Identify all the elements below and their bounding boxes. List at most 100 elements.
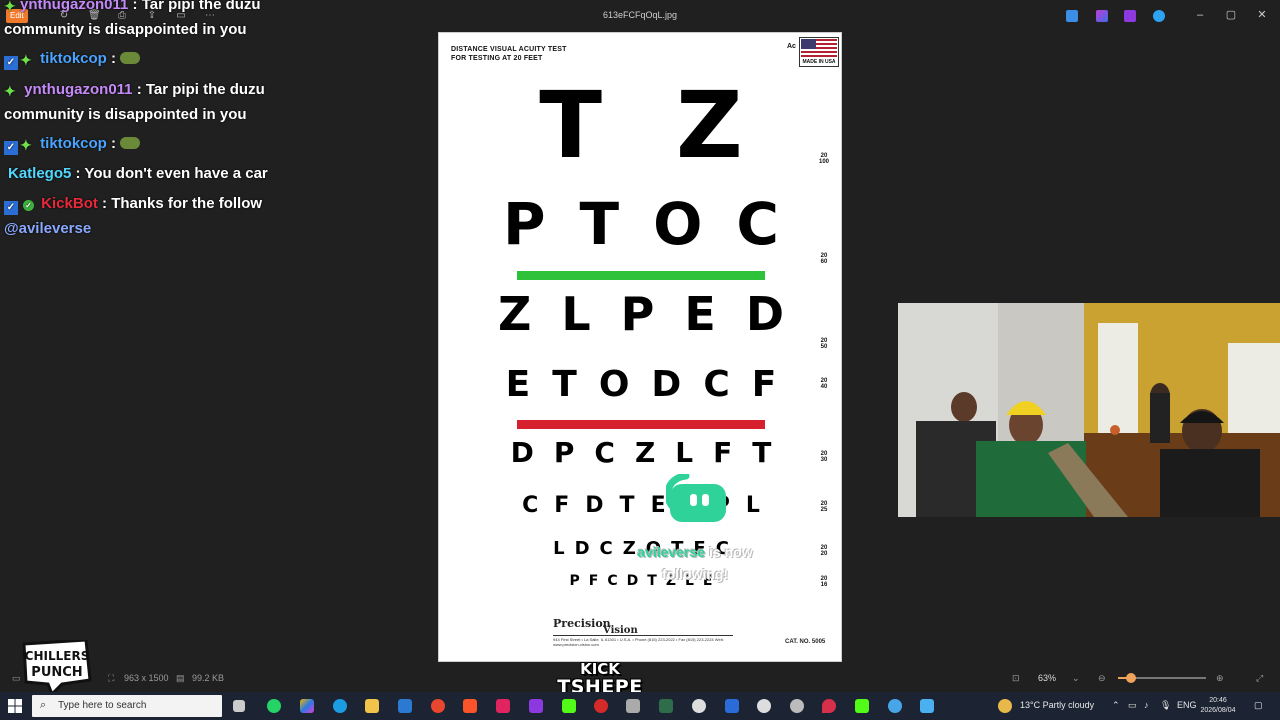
- zoom-out-icon[interactable]: ⊖: [1098, 673, 1106, 684]
- minimize-icon[interactable]: –: [1193, 8, 1207, 22]
- dimensions-icon: ⛶: [108, 673, 115, 683]
- chart-letter: D: [651, 364, 682, 405]
- chat-username: Katlego5: [8, 165, 72, 182]
- follow-alert-text: avileverse is now following!: [600, 541, 790, 585]
- zoom-slider-thumb[interactable]: [1126, 673, 1137, 683]
- chart-letter: T: [752, 436, 772, 469]
- gem-badge-icon: ✦: [20, 137, 32, 153]
- chart-header-line2: FOR TESTING AT 20 FEET: [451, 55, 543, 62]
- task-view-icon[interactable]: [233, 700, 245, 712]
- emote-icon: [120, 137, 141, 149]
- close-icon[interactable]: ✕: [1255, 8, 1269, 22]
- chart-letter: L: [745, 493, 760, 518]
- usa-flag-icon: MADE IN USA: [799, 37, 839, 67]
- chart-letter: P: [503, 190, 546, 258]
- filesize-icon: ▤: [176, 673, 185, 683]
- maps-icon[interactable]: [822, 699, 836, 713]
- network-icon[interactable]: ▭: [1128, 700, 1137, 711]
- alert-username: avileverse: [637, 544, 706, 560]
- fullscreen-icon[interactable]: ⤢: [1256, 673, 1263, 684]
- notifications-icon[interactable]: ▢: [1254, 700, 1263, 711]
- red-line: [517, 420, 765, 429]
- catalog-number: CAT. NO. 5005: [785, 639, 826, 645]
- fit-icon[interactable]: ⊡: [1012, 673, 1020, 684]
- chrome-icon[interactable]: [431, 699, 445, 713]
- chart-letter: F: [588, 573, 599, 589]
- chart-letter: D: [745, 287, 784, 341]
- filmstrip-icon[interactable]: ▭: [12, 673, 21, 684]
- chart-letter: F: [751, 364, 777, 405]
- image-dimensions: 963 x 1500: [124, 673, 169, 683]
- chart-letter: F: [713, 436, 733, 469]
- zoom-dropdown[interactable]: 63%: [1038, 673, 1056, 683]
- clock[interactable]: 20:46 2026/08/04: [1200, 696, 1236, 716]
- language-indicator[interactable]: ENG: [1177, 700, 1197, 710]
- chat-text: : Thanks for the follow: [102, 195, 263, 212]
- image-filesize: 99.2 KB: [192, 673, 225, 683]
- edge-icon[interactable]: [333, 699, 347, 713]
- microphone-icon[interactable]: 🎙: [1160, 700, 1171, 711]
- gem-badge-icon: ✦: [4, 83, 16, 99]
- store-icon[interactable]: [398, 699, 412, 713]
- chart-letter: T: [539, 72, 603, 179]
- copilot-icon[interactable]: [300, 699, 314, 713]
- acuity-ratio: 20 25: [820, 501, 828, 513]
- chevron-down-icon[interactable]: ⌄: [1072, 673, 1080, 684]
- app-icon-c[interactable]: [692, 699, 706, 713]
- onedrive-icon[interactable]: [1153, 10, 1165, 22]
- chart-header-line1: DISTANCE VISUAL ACUITY TEST: [451, 46, 567, 53]
- volume-icon[interactable]: ♪: [1144, 700, 1149, 710]
- chat-message-cont: community is disappointed in you: [4, 106, 247, 123]
- chat-username: ynthugazon011: [20, 0, 129, 13]
- windows-start-icon[interactable]: [8, 699, 22, 713]
- chat-message: Katlego5 : You don't even have a car: [8, 161, 268, 186]
- whatsapp-icon[interactable]: [267, 699, 281, 713]
- chart-letter: P: [553, 436, 575, 469]
- chat-username: tiktokcop: [40, 50, 107, 67]
- app-icon-green[interactable]: [659, 699, 673, 713]
- chart-letter: Z: [634, 436, 656, 469]
- chat-text: : You don't even have a car: [75, 165, 268, 182]
- maximize-icon[interactable]: ▢: [1224, 8, 1238, 22]
- app-icon-2[interactable]: [1096, 10, 1108, 22]
- verified-badge-icon: ✓: [4, 56, 18, 70]
- app-icon-purple[interactable]: [529, 699, 543, 713]
- app-icon-c2[interactable]: [757, 699, 771, 713]
- app-icon-gray[interactable]: [626, 699, 640, 713]
- verified-badge-icon: ✓: [4, 141, 18, 155]
- acuity-ratio: 20 30: [820, 451, 828, 463]
- chat-message: ✦ ynthugazon011 : Tar pipi the duzu: [4, 77, 265, 102]
- chart-letter: O: [653, 190, 703, 258]
- tiktok-icon[interactable]: [496, 699, 510, 713]
- kick-app-icon[interactable]: [562, 699, 576, 713]
- weather-text[interactable]: 13°C Partly cloudy: [1020, 700, 1094, 710]
- chat-text: : Tar pipi the duzu: [132, 0, 261, 13]
- app-icon-blue[interactable]: [888, 699, 902, 713]
- app-icon-1[interactable]: [1066, 10, 1078, 22]
- photos-icon[interactable]: [920, 699, 934, 713]
- bot-check-icon: ✓: [23, 200, 34, 211]
- streamer-name: KICK TSHEPE: [538, 660, 662, 697]
- chart-letter: D: [585, 493, 604, 518]
- app-icon-doc[interactable]: [725, 699, 739, 713]
- chat-message: ✦ ynthugazon011 : Tar pipi the duzu: [4, 0, 261, 17]
- app-icon-3[interactable]: [1124, 10, 1136, 22]
- kick-icon[interactable]: [855, 699, 869, 713]
- brand-address: 944 First Street • La Salle, IL 61301 • …: [553, 635, 733, 647]
- chevron-up-icon[interactable]: ⌃: [1112, 700, 1120, 711]
- zoom-slider[interactable]: [1118, 673, 1206, 683]
- clock-date: 2026/08/04: [1200, 707, 1236, 714]
- taskbar-search[interactable]: ⌕ Type here to search: [32, 695, 222, 717]
- chat-message: ✓ ✦ tiktokcop :: [4, 131, 141, 156]
- brave-icon[interactable]: [463, 699, 477, 713]
- chat-mention: @avileverse: [4, 220, 92, 237]
- obs-icon[interactable]: [594, 699, 608, 713]
- gem-badge-icon: ✦: [20, 52, 32, 68]
- chart-letter: C: [522, 493, 539, 518]
- file-explorer-icon[interactable]: [365, 699, 379, 713]
- zoom-in-icon[interactable]: ⊕: [1216, 673, 1224, 684]
- acuity-ratio: 20 20: [820, 545, 828, 557]
- chart-letter: Z: [676, 72, 743, 179]
- settings-icon[interactable]: [790, 699, 804, 713]
- acuity-ratio: 20 60: [820, 253, 828, 265]
